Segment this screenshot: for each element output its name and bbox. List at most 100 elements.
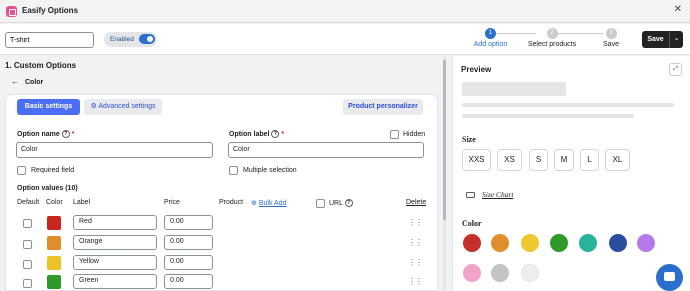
close-icon[interactable]: ✕ xyxy=(674,4,682,15)
status-toggle-pill[interactable]: Enabled xyxy=(104,32,157,47)
ruler-icon xyxy=(466,192,475,199)
step-number: 2 xyxy=(546,28,558,39)
step-label: Select products xyxy=(527,41,577,48)
required-asterisk: * xyxy=(71,130,75,138)
option-values-title: Option values (10) xyxy=(17,185,78,192)
help-icon[interactable]: ? xyxy=(344,199,353,207)
help-icon[interactable]: ? xyxy=(271,130,280,138)
editor-scrollbar-thumb[interactable] xyxy=(443,60,446,220)
save-options-chevron-down-icon[interactable]: ⌄ xyxy=(669,31,683,48)
option-name-label-row: Option name ? * xyxy=(17,130,74,138)
color-swatch[interactable] xyxy=(47,275,61,289)
value-label-input[interactable]: Orange xyxy=(73,235,157,250)
step-label: Add option xyxy=(473,41,508,48)
step-number: 1 xyxy=(485,28,496,39)
default-checkbox[interactable] xyxy=(23,260,32,269)
color-option[interactable] xyxy=(463,264,481,282)
expand-icon[interactable]: ⤢ xyxy=(669,63,682,76)
value-price-input[interactable]: 0.00 xyxy=(164,274,213,289)
step-select-products[interactable]: 2 Select products xyxy=(523,28,581,48)
tab-basic-settings[interactable]: Basic settings xyxy=(17,99,80,115)
size-option[interactable]: XXS xyxy=(462,149,491,171)
drag-handle-icon[interactable]: ⋮⋮ xyxy=(408,277,423,286)
color-option[interactable] xyxy=(463,234,481,252)
color-swatch[interactable] xyxy=(47,236,61,250)
option-set-name-input[interactable] xyxy=(5,32,94,48)
tab-advanced-settings[interactable]: ⚙ Advanced settings xyxy=(84,99,162,115)
chat-bubble-icon[interactable] xyxy=(656,264,683,291)
size-option[interactable]: M xyxy=(554,149,574,171)
size-option[interactable]: L xyxy=(580,149,599,171)
option-editor-card: Basic settings ⚙ Advanced settings Produ… xyxy=(5,94,438,291)
multiple-selection-label: Multiple selection xyxy=(243,167,297,174)
size-option[interactable]: XS xyxy=(497,149,522,171)
section-title: 1. Custom Options xyxy=(5,61,77,70)
column-header-delete[interactable]: Delete xyxy=(406,199,426,206)
size-chart-label: Size Chart xyxy=(482,190,514,199)
color-option[interactable] xyxy=(491,234,509,252)
color-option[interactable] xyxy=(491,264,509,282)
multiple-selection-checkbox[interactable] xyxy=(229,166,238,175)
column-header-product: Product xyxy=(219,199,244,206)
required-field-checkbox[interactable] xyxy=(17,166,26,175)
text-skeleton xyxy=(462,114,634,118)
progress-stepper: 1 Add option 2 Select products 3 Save xyxy=(472,28,642,52)
color-swatch[interactable] xyxy=(47,256,61,270)
size-heading: Size xyxy=(462,135,476,144)
enabled-toggle[interactable] xyxy=(139,34,155,44)
value-price-input[interactable]: 0.00 xyxy=(164,215,213,230)
value-label-input[interactable]: Red xyxy=(73,215,157,230)
status-label: Enabled xyxy=(110,36,134,43)
drag-handle-icon[interactable]: ⋮⋮ xyxy=(408,258,423,267)
save-button[interactable]: Save xyxy=(642,31,669,48)
option-name-input[interactable]: Color xyxy=(16,142,213,158)
color-option[interactable] xyxy=(521,234,539,252)
drag-handle-icon[interactable]: ⋮⋮ xyxy=(408,218,423,227)
color-option[interactable] xyxy=(637,234,655,252)
value-label-input[interactable]: Yellow xyxy=(73,255,157,270)
window-titlebar: Easify Options ✕ xyxy=(0,0,690,23)
size-option[interactable]: S xyxy=(529,149,548,171)
column-header-label: Label xyxy=(73,199,91,206)
column-header-url: URL ? xyxy=(329,199,353,207)
drag-handle-icon[interactable]: ⋮⋮ xyxy=(408,238,423,247)
bulk-add-label: Bulk Add xyxy=(258,200,287,207)
color-swatch[interactable] xyxy=(47,216,61,230)
plus-circle-icon: ⊕ xyxy=(251,200,257,207)
top-toolbar: Enabled 1 Add option 2 Select products 3… xyxy=(0,24,690,55)
url-checkbox[interactable] xyxy=(316,199,325,208)
step-save[interactable]: 3 Save xyxy=(600,28,622,48)
size-chart-link[interactable]: Size Chart xyxy=(466,190,513,199)
color-heading: Color xyxy=(462,219,482,228)
value-label-input[interactable]: Green xyxy=(73,274,157,289)
color-option[interactable] xyxy=(550,234,568,252)
option-label-label: Option label xyxy=(229,130,270,138)
default-checkbox[interactable] xyxy=(23,279,32,288)
tab-product-personalizer[interactable]: Product personalizer xyxy=(343,99,423,115)
window-title: Easify Options xyxy=(22,6,79,15)
product-title-skeleton xyxy=(462,82,566,96)
color-option[interactable] xyxy=(579,234,597,252)
default-checkbox[interactable] xyxy=(23,219,32,228)
option-label-input[interactable]: Color xyxy=(228,142,424,158)
preview-title: Preview xyxy=(461,65,492,74)
step-add-option[interactable]: 1 Add option xyxy=(472,28,509,48)
tab-label: Advanced settings xyxy=(98,103,156,110)
hidden-checkbox[interactable] xyxy=(390,130,399,139)
help-icon[interactable]: ? xyxy=(61,130,70,138)
color-option[interactable] xyxy=(521,264,539,282)
value-price-input[interactable]: 0.00 xyxy=(164,255,213,270)
bulk-add-link[interactable]: ⊕ Bulk Add xyxy=(251,199,286,207)
default-checkbox[interactable] xyxy=(23,240,32,249)
size-option[interactable]: XL xyxy=(605,149,630,171)
back-row[interactable]: ← Color xyxy=(11,77,43,86)
hidden-label: Hidden xyxy=(403,131,426,138)
color-option[interactable] xyxy=(609,234,627,252)
option-label-label-row: Option label ? * xyxy=(229,130,284,138)
column-header-color: Color xyxy=(46,199,63,206)
step-label: Save xyxy=(603,41,619,48)
back-arrow-icon[interactable]: ← xyxy=(11,77,19,86)
value-price-input[interactable]: 0.00 xyxy=(164,235,213,250)
text-skeleton xyxy=(462,103,674,107)
required-asterisk: * xyxy=(281,130,285,138)
